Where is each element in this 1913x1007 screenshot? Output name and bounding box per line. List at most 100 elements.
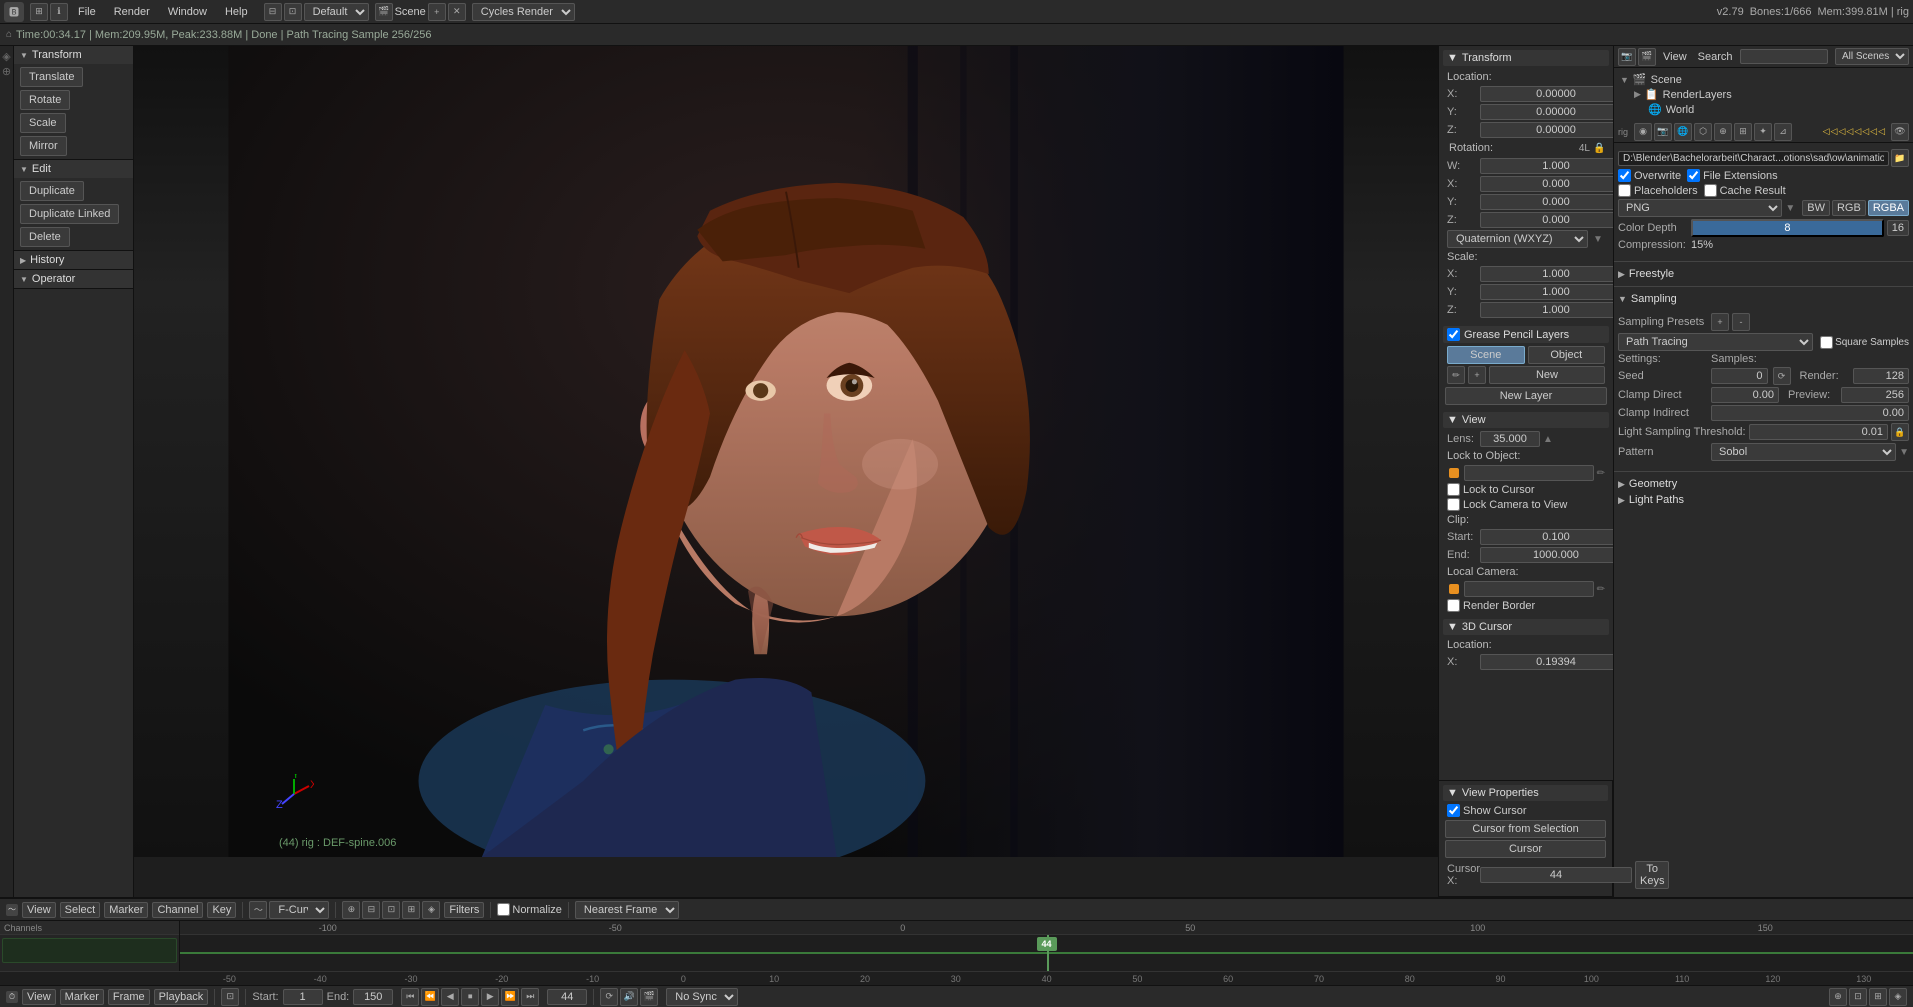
all-scenes-select[interactable]: All Scenes bbox=[1835, 48, 1909, 65]
scale-z-input[interactable] bbox=[1480, 302, 1613, 318]
render-samples-input[interactable] bbox=[1853, 368, 1910, 384]
end-frame-input[interactable] bbox=[353, 989, 393, 1005]
particle-icon[interactable]: ✦ bbox=[1754, 123, 1772, 141]
eye-icon[interactable]: 👁 bbox=[1891, 123, 1909, 141]
cursor-header[interactable]: ▼ 3D Cursor bbox=[1443, 619, 1609, 635]
select-btn-tl[interactable]: Select bbox=[60, 902, 101, 918]
loc-y-input[interactable] bbox=[1480, 104, 1613, 120]
pattern-expand-icon[interactable]: ▼ bbox=[1899, 447, 1909, 458]
local-camera-field[interactable] bbox=[1464, 581, 1594, 597]
cursor-from-selection-btn[interactable]: Cursor from Selection bbox=[1445, 820, 1606, 838]
object-btn[interactable]: Object bbox=[1528, 346, 1606, 364]
current-frame-input[interactable] bbox=[547, 989, 587, 1005]
camera-icon-2[interactable]: 📷 bbox=[1654, 123, 1672, 141]
info-icon[interactable]: ℹ bbox=[50, 3, 68, 21]
fcurve-icon[interactable]: 〜 bbox=[6, 904, 18, 916]
anim-icon[interactable]: 🎬 bbox=[640, 988, 658, 1006]
scale-button[interactable]: Scale bbox=[20, 113, 66, 133]
lock-to-cursor-checkbox[interactable] bbox=[1447, 483, 1460, 496]
lens-input[interactable] bbox=[1480, 431, 1540, 447]
rot-z-input[interactable] bbox=[1480, 212, 1613, 228]
menu-help[interactable]: Help bbox=[221, 4, 252, 20]
depth-8-button[interactable]: 8 bbox=[1691, 219, 1884, 237]
clip-start-input[interactable] bbox=[1480, 529, 1613, 545]
scene-search-input[interactable] bbox=[1740, 49, 1828, 64]
jump-end-icon[interactable]: ⏭ bbox=[521, 988, 539, 1006]
format-expand[interactable]: ▼ bbox=[1785, 203, 1795, 214]
scale-y-input[interactable] bbox=[1480, 284, 1613, 300]
play-back-icon[interactable]: ◀ bbox=[441, 988, 459, 1006]
playback-btn-pb[interactable]: Playback bbox=[154, 989, 209, 1005]
vp-header[interactable]: ▼ View Properties bbox=[1443, 785, 1608, 801]
local-camera-edit[interactable]: ✏ bbox=[1597, 584, 1605, 595]
filters-btn[interactable]: Filters bbox=[444, 902, 484, 918]
scale-x-input[interactable] bbox=[1480, 266, 1613, 282]
format-select[interactable]: PNG bbox=[1618, 199, 1782, 217]
rot-type-select[interactable]: Quaternion (WXYZ) bbox=[1447, 230, 1588, 248]
depth-16-button[interactable]: 16 bbox=[1887, 220, 1909, 236]
browse-path-icon[interactable]: 📁 bbox=[1891, 149, 1909, 167]
seed-rand-icon[interactable]: ⟳ bbox=[1773, 367, 1791, 385]
timeline-icon[interactable]: ⏱ bbox=[6, 991, 18, 1003]
mode-icon-2[interactable]: ⊕ bbox=[2, 65, 11, 78]
rot-w-input[interactable] bbox=[1480, 158, 1613, 174]
cache-checkbox[interactable] bbox=[1704, 184, 1717, 197]
channel-track-1[interactable] bbox=[2, 938, 177, 963]
view-btn-pb[interactable]: View bbox=[22, 989, 56, 1005]
view-btn-tl[interactable]: View bbox=[22, 902, 56, 918]
key-btn-tl[interactable]: Key bbox=[207, 902, 236, 918]
operator-header[interactable]: ▼ Operator bbox=[14, 270, 133, 288]
pattern-select[interactable]: Sobol bbox=[1711, 443, 1896, 461]
frp-scene-icon[interactable]: 🎬 bbox=[1638, 48, 1656, 66]
add-scene-icon[interactable]: + bbox=[428, 3, 446, 21]
rot-y-input[interactable] bbox=[1480, 194, 1613, 210]
fcurve-toggle-icon[interactable]: 〜 bbox=[249, 901, 267, 919]
scene-btn[interactable]: Scene bbox=[1447, 346, 1525, 364]
modifier-icon[interactable]: ⊞ bbox=[1734, 123, 1752, 141]
sampling-header[interactable]: ▼ Sampling bbox=[1614, 291, 1913, 307]
transform-props-header[interactable]: ▼ Transform bbox=[1443, 50, 1609, 66]
start-frame-input[interactable] bbox=[283, 989, 323, 1005]
world-icon-2[interactable]: 🌐 bbox=[1674, 123, 1692, 141]
to-keys-btn[interactable]: To Keys bbox=[1635, 861, 1669, 889]
physics-icon[interactable]: ⊿ bbox=[1774, 123, 1792, 141]
tl-icon-4[interactable]: ⊞ bbox=[402, 901, 420, 919]
clip-end-input[interactable] bbox=[1480, 547, 1613, 563]
lock-object-field[interactable] bbox=[1464, 465, 1594, 481]
play-icon[interactable]: ▶ bbox=[481, 988, 499, 1006]
frp-camera-icon[interactable]: 📷 bbox=[1618, 48, 1636, 66]
overwrite-checkbox[interactable] bbox=[1618, 169, 1631, 182]
sync-mode-select[interactable]: No Sync bbox=[666, 988, 738, 1006]
stop-icon[interactable]: ⏹ bbox=[461, 988, 479, 1006]
fcurve-select[interactable]: F-Curve bbox=[269, 901, 329, 919]
sp-remove-icon[interactable]: - bbox=[1732, 313, 1750, 331]
pb-icon-1[interactable]: ⊡ bbox=[221, 988, 239, 1006]
frame-btn-pb[interactable]: Frame bbox=[108, 989, 150, 1005]
cursor-x-vp-input[interactable] bbox=[1480, 867, 1632, 883]
next-keyframe-icon[interactable]: ⏩ bbox=[501, 988, 519, 1006]
clamp-indirect-input[interactable] bbox=[1711, 405, 1909, 421]
path-tracing-select[interactable]: Path Tracing bbox=[1618, 333, 1813, 351]
rot-main-lock[interactable]: 🔒 bbox=[1593, 143, 1605, 154]
scene-icon[interactable]: 🎬 bbox=[375, 3, 393, 21]
render-layers-item[interactable]: ▶ 📋 RenderLayers bbox=[1632, 87, 1909, 102]
channel-btn-tl[interactable]: Channel bbox=[152, 902, 203, 918]
history-header[interactable]: ▶ History bbox=[14, 251, 133, 269]
screen-icon[interactable]: ⊞ bbox=[30, 3, 48, 21]
marker-btn-tl[interactable]: Marker bbox=[104, 902, 148, 918]
threshold-lock-icon[interactable]: 🔒 bbox=[1891, 423, 1909, 441]
viewport-3d[interactable]: (44) rig : DEF-spine.006 X Y Z ◈ bbox=[134, 46, 1438, 897]
output-path-input[interactable] bbox=[1618, 151, 1889, 166]
pb-right-icon-2[interactable]: ⊡ bbox=[1849, 988, 1867, 1006]
cursor-x-input[interactable] bbox=[1480, 654, 1613, 670]
lens-up-icon[interactable]: ▲ bbox=[1543, 434, 1553, 445]
light-threshold-input[interactable] bbox=[1749, 424, 1888, 440]
render-engine-select[interactable]: Cycles Render bbox=[472, 3, 575, 21]
light-paths-header[interactable]: ▶ Light Paths bbox=[1614, 492, 1913, 508]
loc-x-input[interactable] bbox=[1480, 86, 1613, 102]
render-border-checkbox[interactable] bbox=[1447, 599, 1460, 612]
lock-object-edit-icon[interactable]: ✏ bbox=[1597, 468, 1605, 479]
grease-pencil-header[interactable]: Grease Pencil Layers bbox=[1443, 326, 1609, 343]
gp-add-icon[interactable]: + bbox=[1468, 366, 1486, 384]
timeline-main[interactable]: -100 -50 0 50 100 150 44 bbox=[180, 921, 1913, 971]
